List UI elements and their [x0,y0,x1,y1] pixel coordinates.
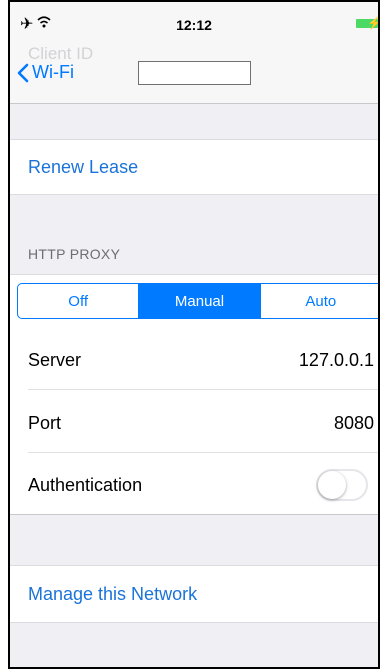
renew-lease-row[interactable]: Renew Lease [10,139,378,195]
manage-network-button[interactable]: Manage this Network [28,584,197,605]
http-proxy-group: Off Manual Auto Server 127.0.0.1 Port 80… [10,274,378,515]
charging-bolt-icon: ⚡ [367,16,378,30]
server-row[interactable]: Server 127.0.0.1 [28,330,378,390]
port-label: Port [28,413,62,433]
status-time: 12:12 [176,17,212,33]
segment-auto[interactable]: Auto [259,284,378,318]
segment-manual[interactable]: Manual [138,284,260,318]
server-label: Server [28,350,82,370]
client-id-input[interactable] [138,61,251,85]
segment-off[interactable]: Off [18,284,138,318]
authentication-toggle[interactable] [316,469,368,501]
manage-network-row[interactable]: Manage this Network [10,565,378,623]
port-value[interactable]: 8080 [334,413,374,434]
proxy-mode-segmented-control: Off Manual Auto [17,283,378,319]
server-value[interactable]: 127.0.0.1 [299,350,374,371]
back-button-label: Wi-Fi [32,62,74,82]
authentication-row: Authentication [28,455,378,515]
http-proxy-header: HTTP PROXY [28,246,121,262]
back-button[interactable]: Wi-Fi [17,62,74,83]
navigation-bar: Client ID Wi-Fi [10,42,378,104]
authentication-label: Authentication [28,475,143,495]
phone-screen: ✈ 12:12 ⚡ Client ID Wi-Fi Renew Lease HT… [8,0,380,669]
port-row[interactable]: Port 8080 [28,393,378,453]
renew-lease-button[interactable]: Renew Lease [28,157,138,178]
status-bar: ✈ 12:12 ⚡ [10,2,378,42]
chevron-left-icon [17,63,29,82]
nav-title: Client ID [28,44,94,63]
toggle-knob [318,471,346,499]
